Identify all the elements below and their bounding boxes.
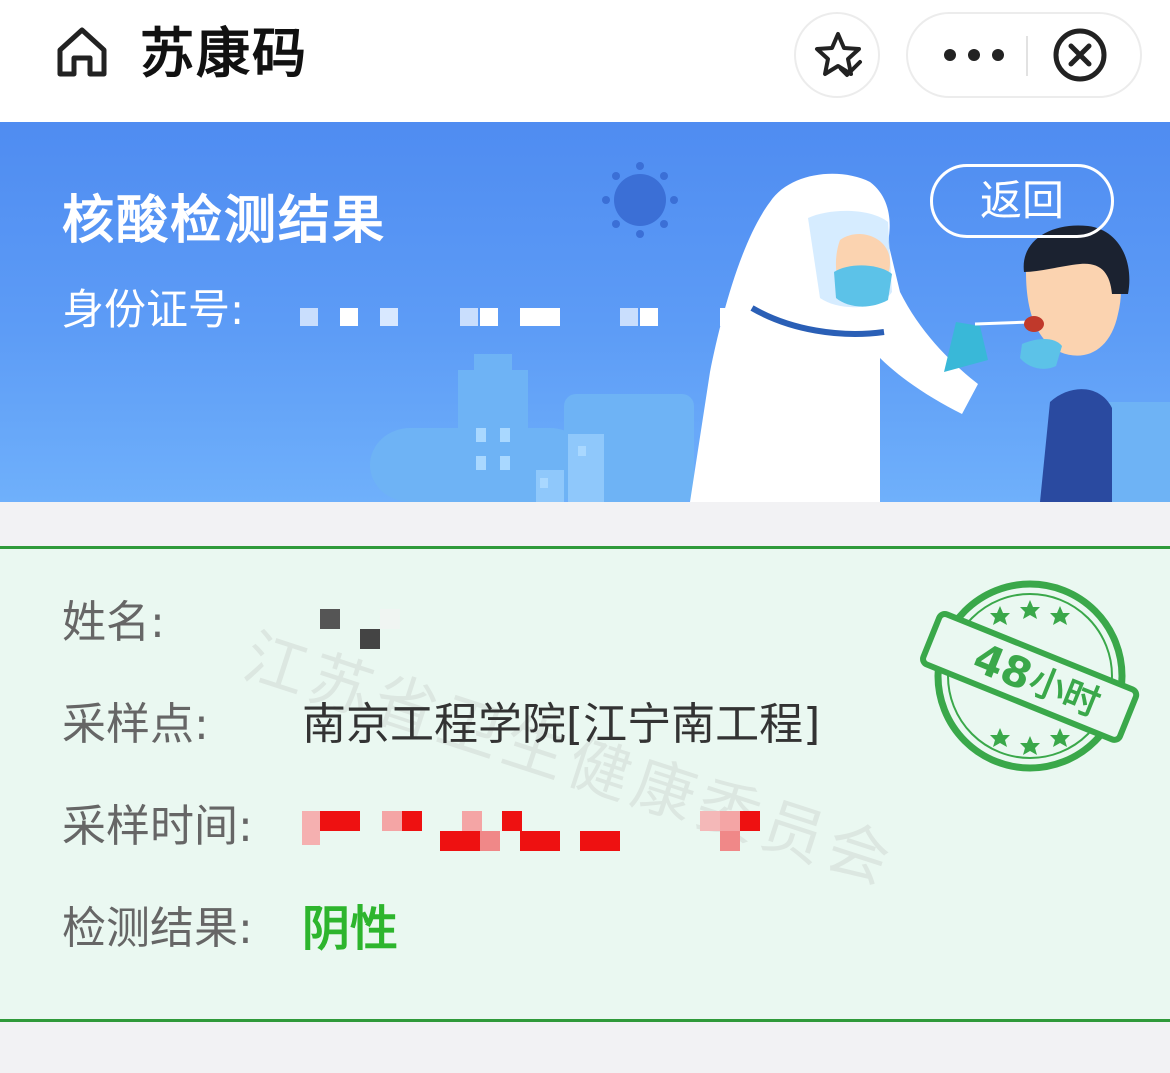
back-button[interactable]: 返回	[930, 164, 1114, 238]
name-redacted	[320, 609, 410, 653]
sampling-time-label: 采样时间:	[62, 801, 253, 852]
sampling-site-value: 南京工程学院[江宁南工程]	[302, 699, 821, 750]
mini-program-capsule	[906, 12, 1142, 98]
test-result-label: 检测结果:	[62, 903, 253, 954]
id-number-redacted	[300, 308, 750, 332]
name-label: 姓名:	[62, 597, 165, 648]
id-number-label: 身份证号:	[62, 285, 245, 334]
result-banner: 核酸检测结果 身份证号: 返回	[0, 122, 1170, 502]
more-dots-icon[interactable]	[908, 14, 1026, 96]
sampling-site-label: 采样点:	[62, 699, 209, 750]
star-check-icon	[815, 32, 862, 77]
test-result-value: 阴性	[302, 901, 399, 957]
favorite-button[interactable]	[794, 12, 880, 98]
top-bar: 苏康码	[0, 0, 1170, 122]
home-icon[interactable]	[54, 24, 110, 80]
svg-text:江苏省卫生健康委员会: 江苏省卫生健康委员会	[235, 620, 904, 900]
app-title: 苏康码	[140, 22, 308, 85]
48-hour-stamp: 48 小时	[920, 580, 1140, 772]
close-circle-icon[interactable]	[1028, 14, 1140, 96]
banner-title: 核酸检测结果	[62, 191, 387, 251]
sampling-time-redacted	[302, 811, 772, 851]
